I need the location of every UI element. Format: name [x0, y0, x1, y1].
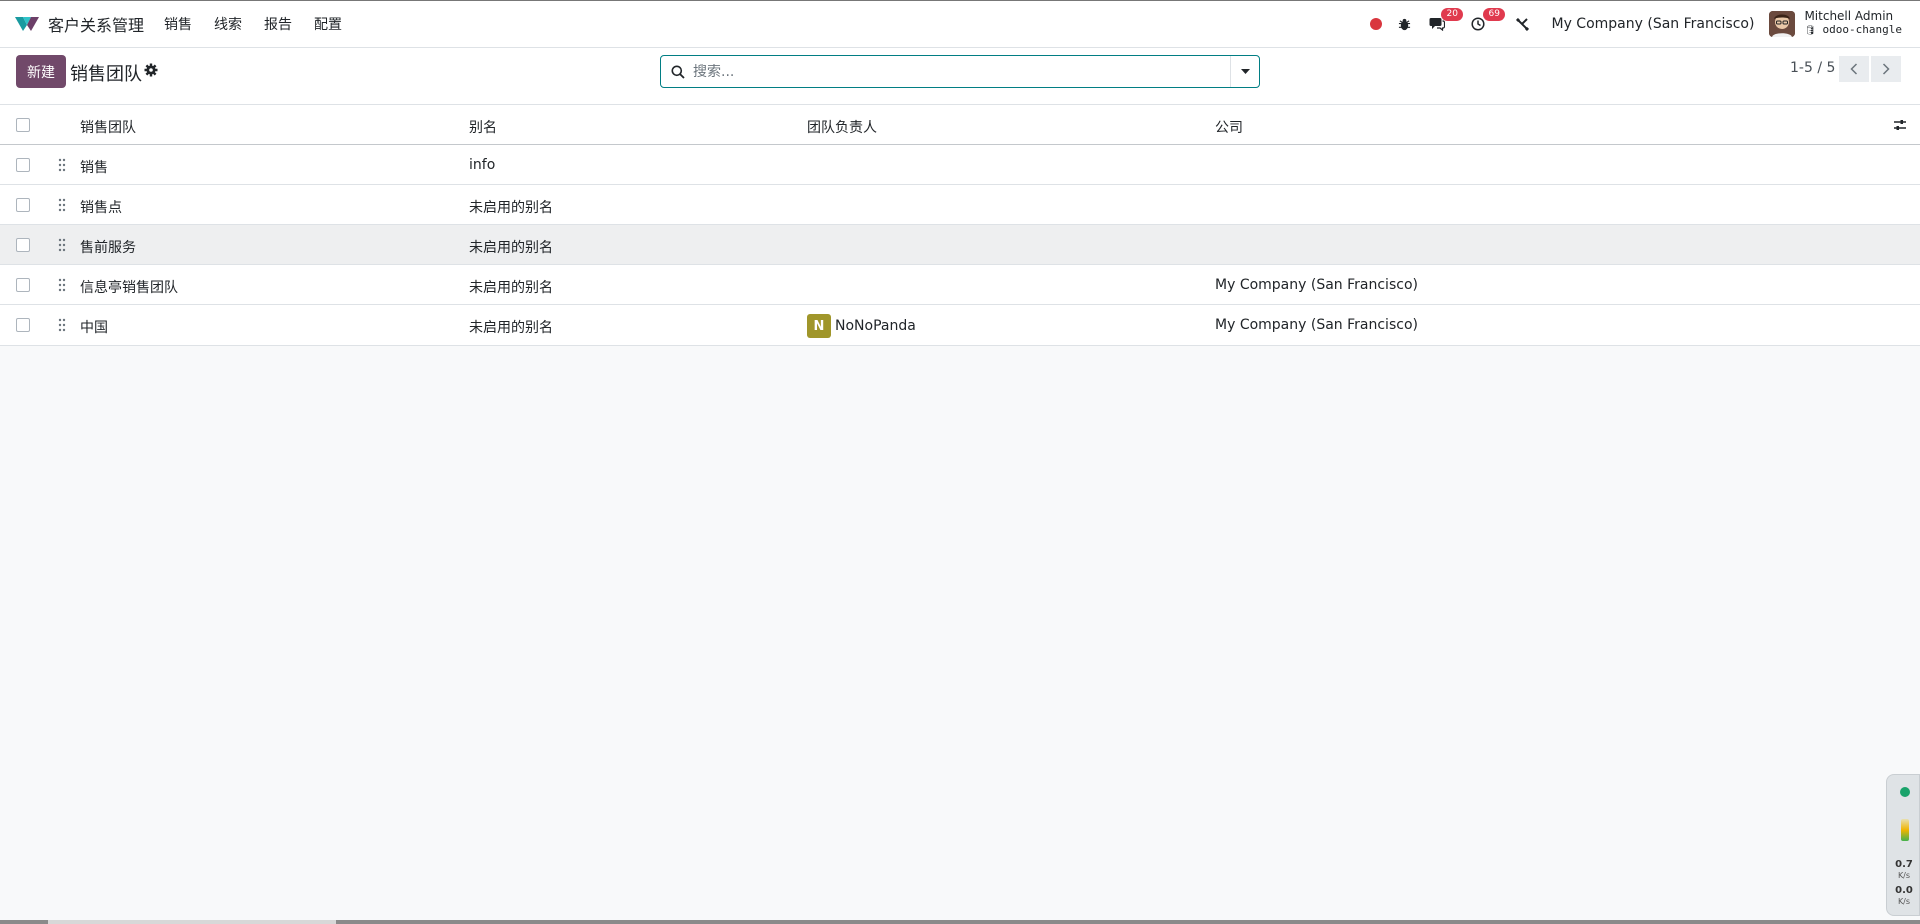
company-switcher[interactable]: My Company (San Francisco) — [1551, 16, 1754, 32]
control-panel: 新建 销售团队 1-5 / 5 — [0, 48, 1920, 105]
company-cell: My Company (San Francisco) — [1215, 277, 1418, 293]
team-name-cell: 销售 — [80, 160, 108, 176]
drag-handle-icon[interactable] — [58, 198, 66, 212]
alias-cell: 未启用的别名 — [469, 240, 553, 256]
user-menu[interactable]: Mitchell Admin 🛢 odoo-changle — [1804, 10, 1902, 38]
messages-badge: 20 — [1441, 8, 1463, 21]
table-row[interactable]: 销售点 未启用的别名 — [0, 185, 1920, 225]
optional-columns-icon[interactable] — [1893, 118, 1907, 132]
table-row[interactable]: 中国 未启用的别名 N NoNoPanda My Company (San Fr… — [0, 305, 1920, 346]
search-options-toggle[interactable] — [1230, 56, 1259, 87]
menu-configuration[interactable]: 配置 — [314, 14, 342, 34]
systray: 20 69 My Company (San Francisco) Mitchel… — [1354, 1, 1920, 47]
database-icon: 🛢 — [1804, 26, 1816, 36]
alias-cell: 未启用的别名 — [469, 320, 553, 336]
row-checkbox[interactable] — [16, 158, 30, 172]
record-icon[interactable] — [1370, 18, 1383, 30]
table-header: 销售团队 别名 团队负责人 公司 — [0, 105, 1920, 145]
search-icon[interactable] — [671, 65, 685, 79]
row-checkbox[interactable] — [16, 278, 30, 292]
crm-app-logo-icon[interactable] — [14, 15, 40, 33]
drag-handle-icon[interactable] — [58, 158, 66, 172]
drag-handle-icon[interactable] — [58, 318, 66, 332]
column-header-alias[interactable]: 别名 — [469, 117, 497, 137]
download-speed: 0.0 — [1895, 885, 1913, 896]
gear-icon[interactable] — [144, 63, 158, 77]
upload-speed: 0.7 — [1895, 859, 1913, 870]
pager-next-button[interactable] — [1871, 56, 1901, 82]
chevron-right-icon — [1882, 63, 1890, 75]
alias-cell: info — [469, 157, 496, 173]
menu-sales[interactable]: 销售 — [164, 14, 192, 34]
scrollbar-thumb[interactable] — [48, 920, 336, 924]
team-name-cell: 销售点 — [80, 200, 122, 216]
activities-badge: 69 — [1483, 8, 1505, 21]
alias-cell: 未启用的别名 — [469, 200, 553, 216]
user-avatar[interactable] — [1769, 11, 1796, 37]
main-menu: 销售 线索 报告 配置 — [164, 14, 364, 34]
row-checkbox[interactable] — [16, 198, 30, 212]
main-navbar: 客户关系管理 销售 线索 报告 配置 20 69 My Company (San… — [0, 0, 1920, 48]
upload-unit: K/s — [1897, 871, 1911, 880]
menu-reporting[interactable]: 报告 — [264, 14, 292, 34]
company-cell: My Company (San Francisco) — [1215, 317, 1418, 333]
user-name: Mitchell Admin — [1804, 9, 1894, 23]
team-name-cell: 中国 — [80, 320, 108, 336]
search-input[interactable] — [693, 63, 1213, 80]
row-checkbox[interactable] — [16, 318, 30, 332]
column-header-team[interactable]: 销售团队 — [80, 117, 136, 137]
drag-handle-icon[interactable] — [58, 278, 66, 292]
column-header-leader[interactable]: 团队负责人 — [807, 117, 877, 137]
alias-cell: 未启用的别名 — [469, 280, 553, 296]
signal-bar-icon — [1901, 819, 1909, 841]
leader-avatar: N — [807, 314, 831, 338]
select-all-checkbox[interactable] — [16, 118, 30, 132]
leader-name[interactable]: NoNoPanda — [835, 318, 916, 334]
team-name-cell: 信息亭销售团队 — [80, 280, 178, 296]
app-name[interactable]: 客户关系管理 — [48, 12, 144, 36]
bug-icon[interactable] — [1398, 18, 1411, 31]
drag-handle-icon[interactable] — [58, 238, 66, 252]
column-header-company[interactable]: 公司 — [1215, 117, 1243, 137]
chevron-left-icon — [1850, 63, 1858, 75]
database-name: 🛢 odoo-changle — [1804, 23, 1902, 36]
table-row[interactable]: 售前服务 未启用的别名 — [0, 225, 1920, 265]
page-title: 销售团队 — [70, 64, 142, 85]
table-row[interactable]: 销售 info — [0, 145, 1920, 185]
debug-tools-icon[interactable] — [1515, 17, 1530, 31]
pager-value[interactable]: 1-5 / 5 — [1790, 60, 1835, 76]
network-speed-widget[interactable]: 0.7 K/s 0.0 K/s — [1886, 774, 1920, 916]
menu-leads[interactable]: 线索 — [214, 14, 242, 34]
caret-down-icon — [1240, 68, 1250, 74]
row-checkbox[interactable] — [16, 238, 30, 252]
pager-previous-button[interactable] — [1839, 56, 1869, 82]
table-row[interactable]: 信息亭销售团队 未启用的别名 My Company (San Francisco… — [0, 265, 1920, 305]
activity-clock-icon[interactable]: 69 — [1471, 8, 1505, 31]
new-button[interactable]: 新建 — [16, 55, 66, 88]
download-unit: K/s — [1897, 897, 1911, 906]
sales-teams-list: 销售团队 别名 团队负责人 公司 销售 info 销售点 未启用的别名 售前服务… — [0, 105, 1920, 346]
search-bar — [660, 55, 1260, 88]
team-name-cell: 售前服务 — [80, 240, 136, 256]
chat-icon[interactable]: 20 — [1429, 8, 1463, 31]
status-dot-icon — [1900, 787, 1910, 797]
